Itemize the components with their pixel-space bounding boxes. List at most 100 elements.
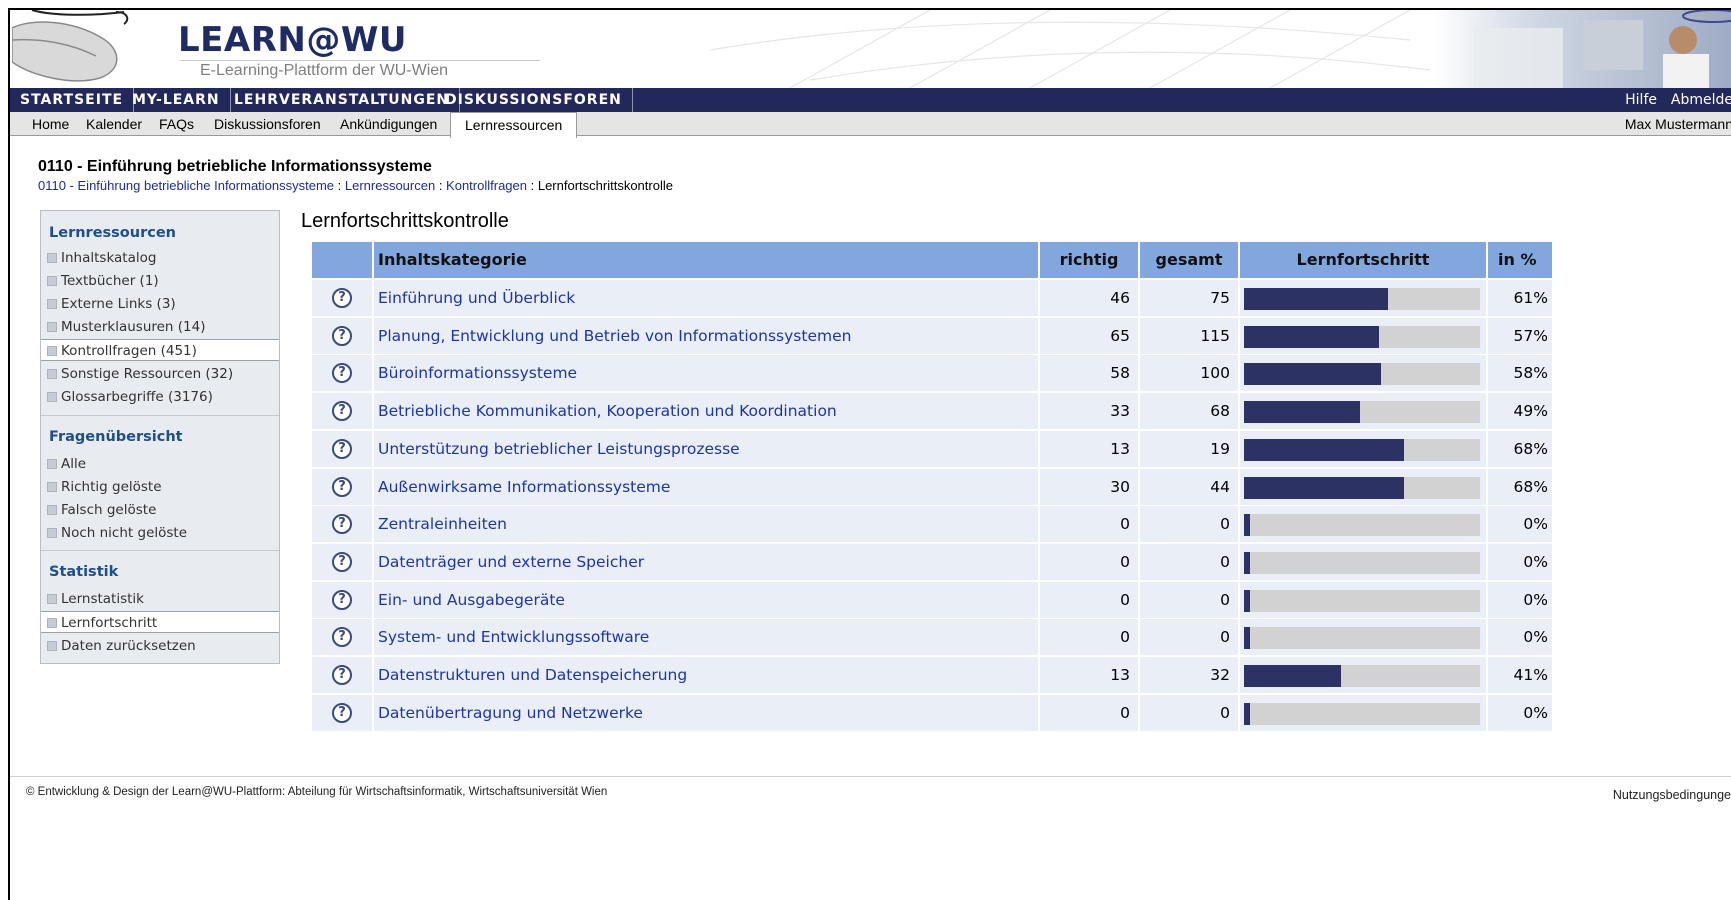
progress-bar-track [1244,514,1480,537]
sidebar-item-label: Noch nicht gelöste [61,525,188,541]
question-circle-icon[interactable]: ? [332,401,352,422]
category-link[interactable]: Ein- und Ausgabegeräte [374,581,1038,618]
total-count: 32 [1140,657,1238,693]
header-category: Inhaltskategorie [374,242,1038,278]
category-link[interactable]: Büroinformationssysteme [374,355,1038,392]
sidebar-item-inhaltskatalog[interactable]: Inhaltskatalog [41,247,279,269]
sidebar-item-label: Kontrollfragen (451) [61,343,197,359]
header-progress: Lernfortschritt [1240,242,1486,278]
tab-lernressourcen[interactable]: Lernressourcen [450,112,578,138]
breadcrumb-kontrollfragen-link[interactable]: Kontrollfragen [446,178,527,193]
nav-diskussionsforen[interactable]: DISKUSSIONSFOREN [435,88,633,112]
progress-bar-track [1244,476,1480,499]
sidebar-item-lernstatistik[interactable]: Lernstatistik [41,588,279,610]
footer-terms-link[interactable]: Nutzungsbedingunge [1613,788,1731,802]
row-icon-cell: ? [312,280,372,316]
breadcrumb-current: Lernfortschrittskontrolle [537,178,673,193]
progress-bar-track [1244,551,1480,574]
progress-bar-fill [1244,514,1250,537]
table-row: ? Datenstrukturen und Datenspeicherung 13 3… [312,657,1552,695]
progress-bar-fill [1244,551,1250,574]
subnav-home[interactable]: Home [32,112,69,136]
breadcrumb-separator: : [527,178,538,193]
sidebar-item-label: Externe Links (3) [61,296,176,312]
sidebar-item-daten-zuruecksetzen[interactable]: Daten zurücksetzen [41,635,279,657]
progress-bar-track [1244,438,1480,461]
total-count: 0 [1140,506,1238,543]
sidebar-item-lernfortschritt[interactable]: Lernfortschritt [41,611,279,633]
progress-cell [1240,657,1486,693]
sidebar-item-musterklausuren[interactable]: Musterklausuren (14) [41,316,279,338]
subnav-kalender[interactable]: Kalender [86,112,142,136]
question-circle-icon[interactable]: ? [332,627,352,648]
site-header: LEARN@WU E-Learning-Plattform der WU-Wie… [10,10,1731,88]
nav-startseite[interactable]: STARTSEITE [10,88,135,112]
sidebar-item-richtig-geloeste[interactable]: Richtig gelöste [41,476,279,498]
footer-copyright: © Entwicklung & Design der Learn@WU-Plat… [26,786,608,798]
progress-bar-fill [1244,401,1360,424]
sidebar-item-alle[interactable]: Alle [41,453,279,475]
category-link[interactable]: Unterstützung betrieblicher Leistungspro… [374,430,1038,467]
category-link[interactable]: Zentraleinheiten [374,506,1038,543]
square-bullet-icon [47,369,57,379]
question-circle-icon[interactable]: ? [332,702,352,723]
sidebar-item-falsch-geloeste[interactable]: Falsch gelöste [41,499,279,521]
breadcrumb-lernressourcen-link[interactable]: Lernressourcen [345,178,435,193]
question-circle-icon[interactable]: ? [332,514,352,535]
correct-count: 0 [1040,506,1138,543]
nav-lehrveranstaltungen[interactable]: LEHRVERANSTALTUNGEN [224,88,461,112]
table-row: ? System- und Entwicklungssoftware 0 0 0% [312,619,1552,657]
sidebar-item-sonstige-ressourcen[interactable]: Sonstige Ressourcen (32) [41,363,279,385]
logout-link[interactable]: Abmelde [1671,88,1731,112]
progress-cell [1240,468,1486,505]
row-icon-cell: ? [312,355,372,392]
breadcrumb-course-link[interactable]: 0110 - Einführung betriebliche Informati… [38,178,334,193]
content-title: Lernfortschrittskontrolle [301,210,509,232]
help-link[interactable]: Hilfe [1625,88,1657,112]
sidebar-item-textbuecher[interactable]: Textbücher (1) [41,270,279,292]
row-icon-cell: ? [312,657,372,693]
row-icon-cell: ? [312,393,372,430]
sidebar-item-label: Daten zurücksetzen [61,638,196,654]
progress-bar-fill [1244,702,1250,725]
sidebar-divider [41,415,279,416]
sidebar-item-glossarbegriffe[interactable]: Glossarbegriffe (3176) [41,386,279,408]
subnav-ankuendigungen[interactable]: Ankündigungen [340,112,437,136]
category-link[interactable]: Datenübertragung und Netzwerke [374,694,1038,731]
category-link[interactable]: Außenwirksame Informationssysteme [374,468,1038,505]
question-circle-icon[interactable]: ? [332,476,352,497]
question-circle-icon[interactable]: ? [332,665,352,685]
subnav-diskussionsforen[interactable]: Diskussionsforen [214,112,321,136]
progress-bar-track [1244,665,1480,687]
square-bullet-icon [47,392,57,402]
question-circle-icon[interactable]: ? [332,438,352,459]
nav-my-learn[interactable]: MY-LEARN [122,88,231,112]
category-link[interactable]: Betriebliche Kommunikation, Kooperation … [374,393,1038,430]
category-link[interactable]: Datenstrukturen und Datenspeicherung [374,657,1038,693]
sidebar-item-externe-links[interactable]: Externe Links (3) [41,293,279,315]
square-bullet-icon [47,459,57,469]
category-link[interactable]: Datenträger und externe Speicher [374,543,1038,580]
question-circle-icon[interactable]: ? [332,288,352,308]
question-circle-icon[interactable]: ? [332,551,352,572]
table-row: ? Datenträger und externe Speicher 0 0 0% [312,543,1552,582]
square-bullet-icon [47,299,57,309]
question-circle-icon[interactable]: ? [332,363,352,384]
correct-count: 0 [1040,581,1138,618]
sidebar-item-kontrollfragen[interactable]: Kontrollfragen (451) [41,339,279,361]
sidebar-divider [41,550,279,551]
category-link[interactable]: Einführung und Überblick [374,280,1038,316]
category-link[interactable]: System- und Entwicklungssoftware [374,619,1038,656]
sidebar-item-noch-nicht-geloeste[interactable]: Noch nicht gelöste [41,522,279,544]
header-photo-image [1433,10,1731,88]
progress-bar-track [1244,627,1480,650]
question-circle-icon[interactable]: ? [332,325,352,346]
subnav-faqs[interactable]: FAQs [159,112,194,136]
percent-value: 0% [1488,694,1552,731]
row-icon-cell: ? [312,506,372,543]
square-bullet-icon [47,618,57,628]
question-circle-icon[interactable]: ? [332,589,352,610]
progress-cell [1240,317,1486,354]
category-link[interactable]: Planung, Entwicklung und Betrieb von Inf… [374,317,1038,354]
sidebar: Lernressourcen Inhaltskatalog Textbücher… [40,210,280,664]
